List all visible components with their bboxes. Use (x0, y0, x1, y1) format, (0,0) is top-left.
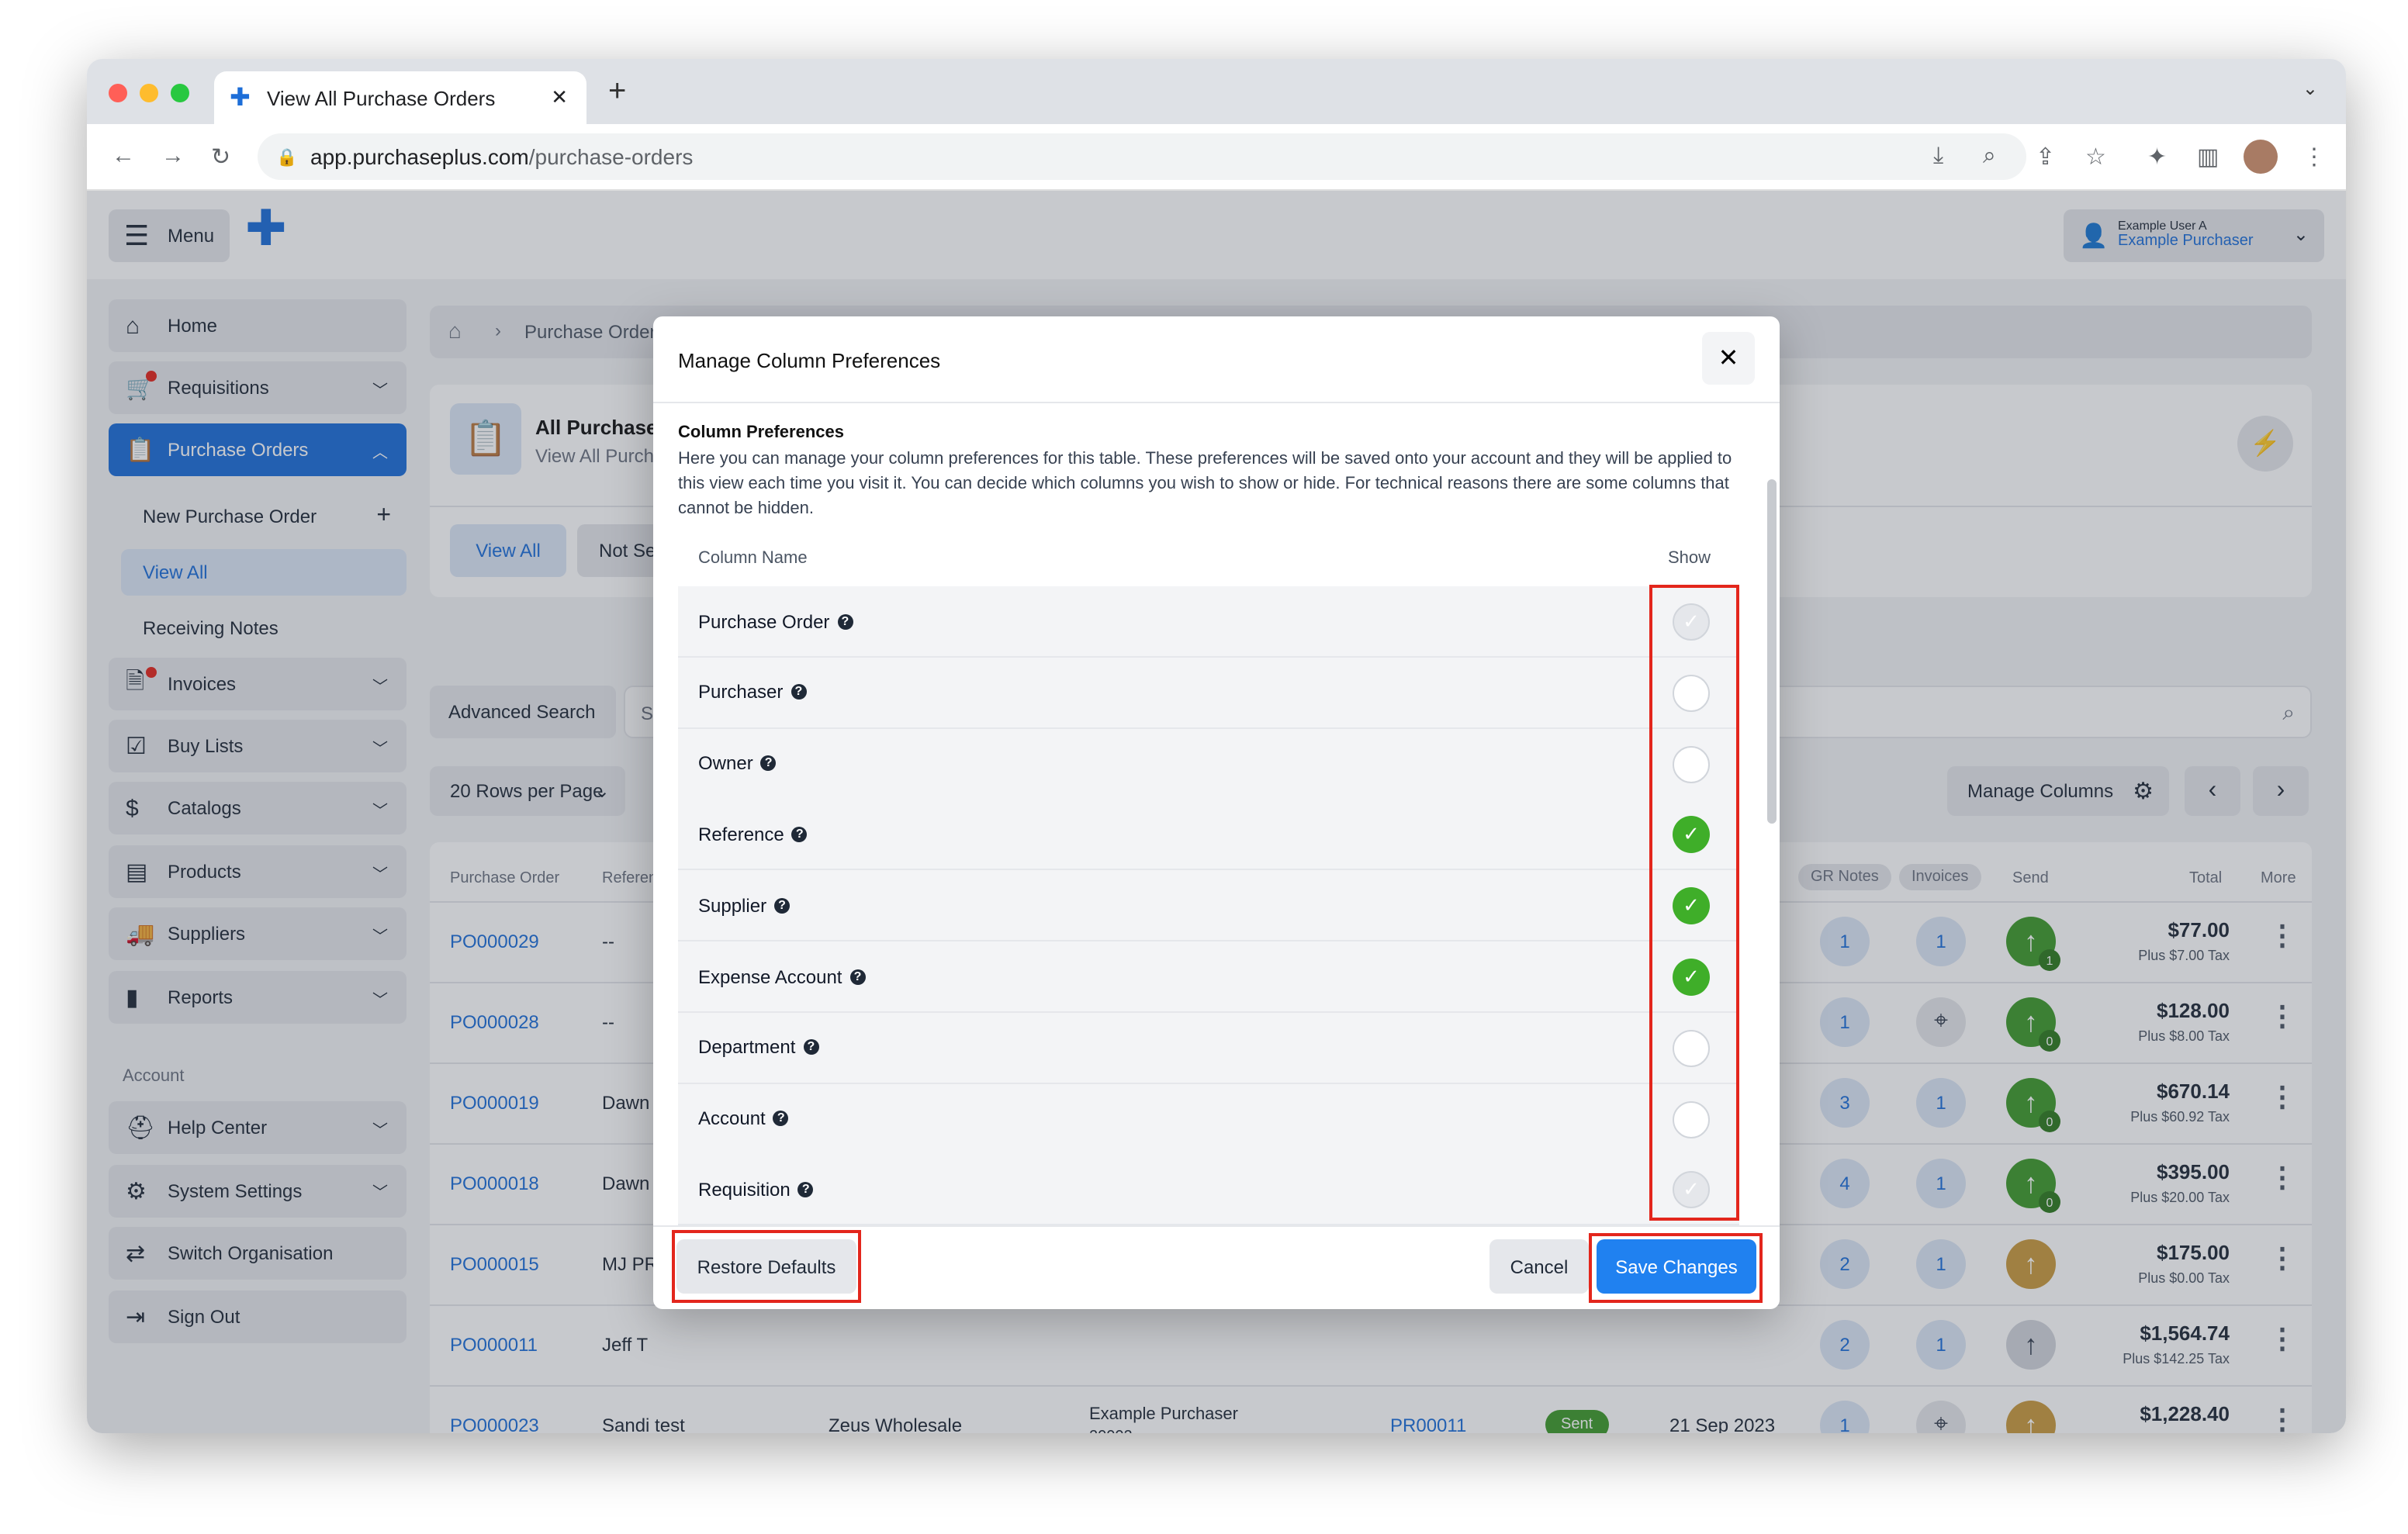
save-changes-label: Save Changes (1615, 1256, 1738, 1277)
column-name: Purchase Order (698, 610, 830, 632)
section-description: Here you can manage your column preferen… (678, 450, 1732, 518)
url-domain: app.purchaseplus.com (310, 144, 529, 169)
column-preference-row: Supplier? ✓ (678, 870, 1739, 942)
cancel-label: Cancel (1510, 1256, 1569, 1277)
show-header: Show (1668, 549, 1711, 568)
restore-defaults-button[interactable]: Restore Defaults (676, 1239, 856, 1294)
tab-bar: ✚ View All Purchase Orders ✕ + ⌄ (87, 59, 2346, 124)
column-name: Supplier (698, 894, 767, 917)
column-preference-row: Expense Account? ✓ (678, 941, 1739, 1013)
help-icon[interactable]: ? (803, 1039, 819, 1055)
column-preference-row: Requisition? ✓ (678, 1154, 1739, 1226)
tab-title: View All Purchase Orders (267, 86, 496, 109)
column-name: Expense Account (698, 966, 842, 987)
reload-icon[interactable]: ↻ (211, 143, 230, 171)
column-preference-row: Department? (678, 1012, 1739, 1084)
help-icon[interactable]: ? (791, 684, 807, 700)
url-field[interactable]: 🔒 app.purchaseplus.com/purchase-orders (258, 133, 2026, 180)
cancel-button[interactable]: Cancel (1489, 1239, 1589, 1294)
help-icon[interactable]: ? (791, 826, 808, 842)
column-name: Purchaser (698, 681, 784, 703)
share-icon[interactable]: ⇪ (2036, 143, 2055, 171)
maximize-window-button[interactable] (171, 84, 189, 102)
divider (653, 1225, 1780, 1227)
column-name: Reference (698, 823, 784, 845)
manage-column-preferences-modal: Manage Column Preferences ✕ Column Prefe… (653, 316, 1780, 1309)
column-preference-row: Purchase Order? ✓ (678, 586, 1739, 658)
help-icon[interactable]: ? (773, 1111, 789, 1127)
column-preference-row: Owner? (678, 728, 1739, 800)
column-preference-row: Reference? ✓ (678, 799, 1739, 871)
profile-avatar[interactable] (2244, 140, 2278, 174)
modal-title: Manage Column Preferences (678, 349, 941, 372)
column-name: Owner (698, 752, 753, 775)
new-tab-icon[interactable]: + (608, 74, 626, 110)
side-panel-icon[interactable]: ▥ (2197, 143, 2219, 171)
column-name: Department (698, 1036, 796, 1059)
column-preference-row: Account? (678, 1083, 1739, 1156)
modal-scrollbar[interactable] (1767, 479, 1777, 824)
back-icon[interactable]: ← (112, 143, 135, 169)
help-icon[interactable]: ? (797, 1181, 814, 1197)
restore-defaults-label: Restore Defaults (697, 1256, 836, 1277)
url-path: /purchase-orders (528, 144, 694, 169)
column-name-header: Column Name (698, 549, 808, 568)
close-tab-icon[interactable]: ✕ (551, 85, 568, 110)
browser-tab[interactable]: ✚ View All Purchase Orders ✕ (214, 71, 586, 124)
column-preference-row: Purchaser? (678, 657, 1739, 729)
save-changes-button[interactable]: Save Changes (1597, 1239, 1756, 1294)
column-name: Requisition (698, 1178, 791, 1201)
install-icon[interactable]: ⤓ (1933, 143, 1943, 169)
lock-icon: 🔒 (276, 148, 298, 167)
forward-icon[interactable]: → (161, 143, 185, 169)
divider (653, 402, 1780, 403)
minimize-window-button[interactable] (140, 84, 158, 102)
tab-search-chevron-icon[interactable]: ⌄ (2302, 78, 2318, 99)
close-modal-button[interactable]: ✕ (1702, 332, 1755, 385)
browser-menu-icon[interactable]: ⋮ (2302, 143, 2326, 171)
section-title: Column Preferences (678, 423, 844, 442)
address-bar: ← → ↻ 🔒 app.purchaseplus.com/purchase-or… (87, 124, 2346, 191)
show-column-highlight (1649, 585, 1739, 1221)
bookmark-star-icon[interactable]: ☆ (2085, 143, 2106, 171)
help-icon[interactable]: ? (774, 897, 791, 914)
help-icon[interactable]: ? (760, 755, 777, 772)
close-icon: ✕ (1718, 346, 1739, 372)
help-icon[interactable]: ? (837, 613, 853, 629)
help-icon[interactable]: ? (849, 969, 866, 984)
zoom-icon[interactable]: ⌕ (1983, 143, 1996, 169)
browser-window: ✚ View All Purchase Orders ✕ + ⌄ ← → ↻ 🔒… (87, 59, 2346, 1433)
purchaseplus-logo-icon: ✚ (230, 85, 251, 112)
extensions-icon[interactable]: ✦ (2147, 143, 2167, 171)
close-window-button[interactable] (109, 84, 127, 102)
column-name: Account (698, 1107, 766, 1130)
